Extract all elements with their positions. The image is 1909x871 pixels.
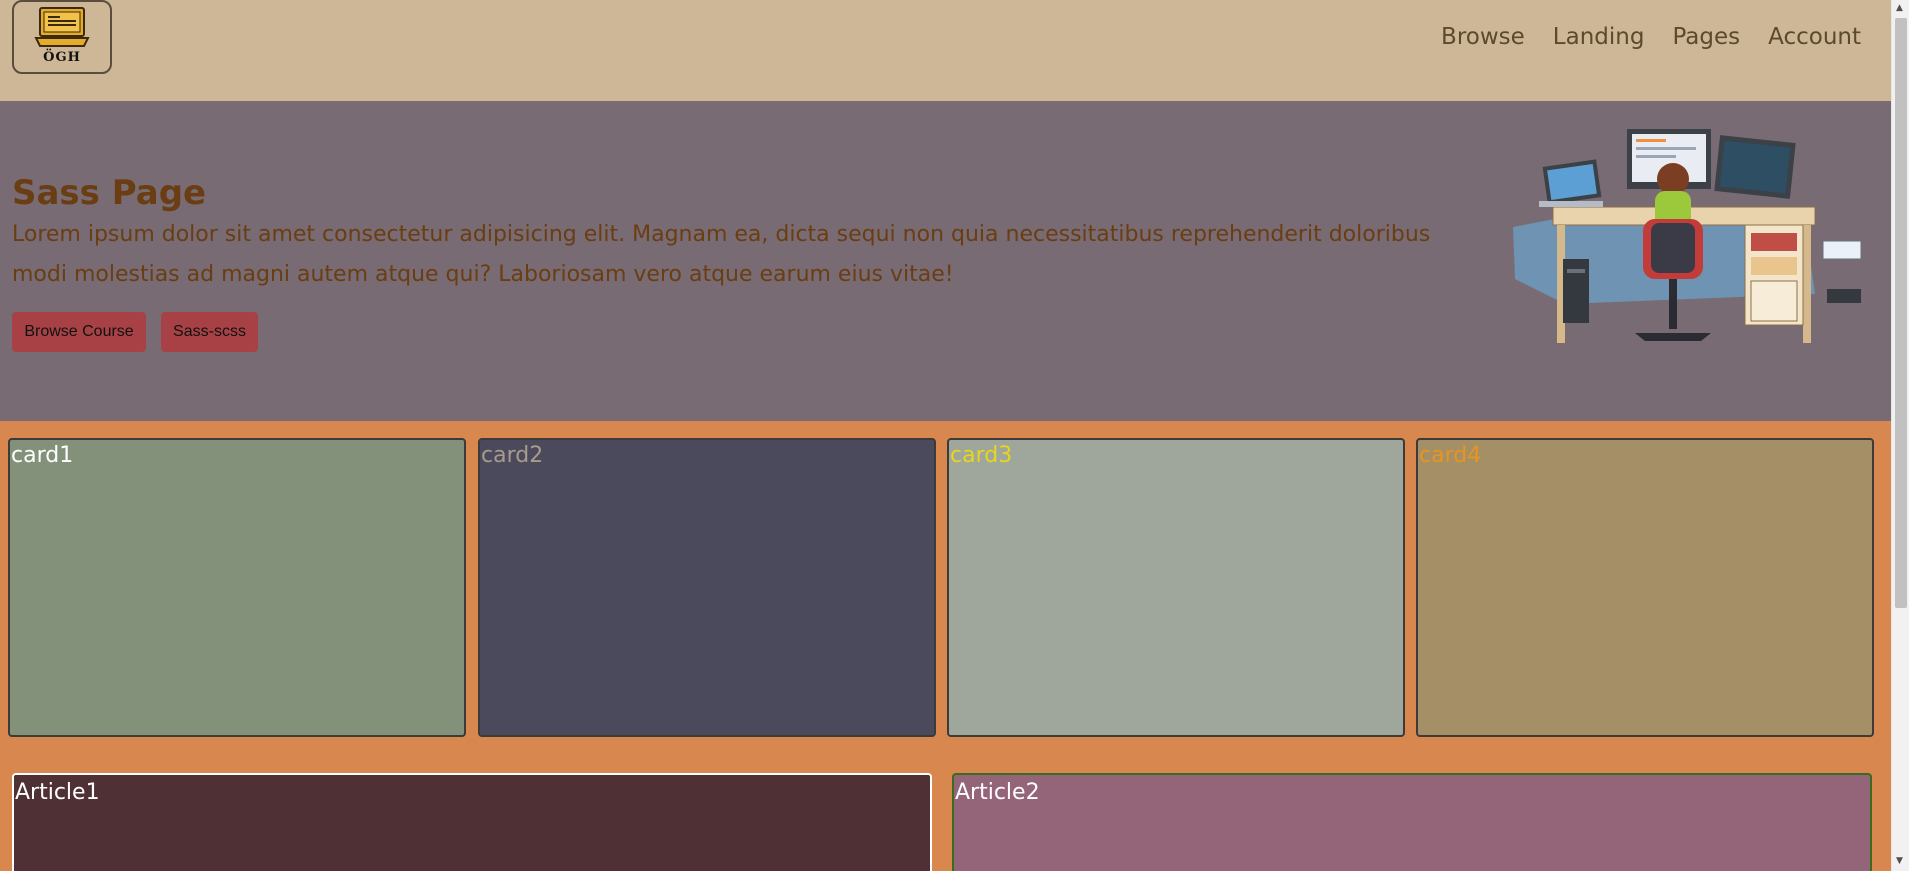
- article-label: Article2: [955, 780, 1040, 805]
- card-label: card1: [11, 443, 74, 468]
- main-nav: Browse Landing Pages Account: [1441, 24, 1861, 50]
- page-title: Sass Page: [12, 173, 207, 213]
- card-3[interactable]: card3: [947, 438, 1405, 737]
- nav-browse[interactable]: Browse: [1441, 24, 1525, 50]
- card-label: card2: [481, 443, 544, 468]
- scroll-thumb[interactable]: [1895, 18, 1907, 608]
- article-2[interactable]: Article2: [952, 773, 1872, 871]
- nav-account[interactable]: Account: [1768, 24, 1861, 50]
- developer-desk-illustration: [1513, 129, 1862, 343]
- nav-pages[interactable]: Pages: [1672, 24, 1740, 50]
- article-1[interactable]: Article1: [12, 773, 932, 871]
- scroll-down-icon[interactable]: ▼: [1896, 856, 1903, 866]
- card-2[interactable]: card2: [478, 438, 936, 737]
- site-header: ÖGH Browse Landing Pages Account: [0, 0, 1891, 101]
- nav-landing[interactable]: Landing: [1553, 24, 1645, 50]
- vertical-scrollbar[interactable]: ▲ ▼: [1891, 0, 1909, 871]
- card-label: card3: [950, 443, 1013, 468]
- card-1[interactable]: card1: [8, 438, 466, 737]
- scroll-up-icon[interactable]: ▲: [1896, 3, 1903, 13]
- laptop-logo-icon: [34, 7, 90, 47]
- hero-description: Lorem ipsum dolor sit amet consectetur a…: [12, 222, 1431, 287]
- card-label: card4: [1419, 443, 1482, 468]
- logo-text: ÖGH: [43, 50, 81, 65]
- browse-course-button[interactable]: Browse Course: [12, 312, 146, 352]
- article-label: Article1: [15, 780, 100, 805]
- hero-section: Sass Page Lorem ipsum dolor sit amet con…: [0, 101, 1891, 421]
- sass-scss-button[interactable]: Sass-scss: [161, 312, 258, 352]
- site-logo[interactable]: ÖGH: [12, 0, 112, 74]
- card-4[interactable]: card4: [1416, 438, 1874, 737]
